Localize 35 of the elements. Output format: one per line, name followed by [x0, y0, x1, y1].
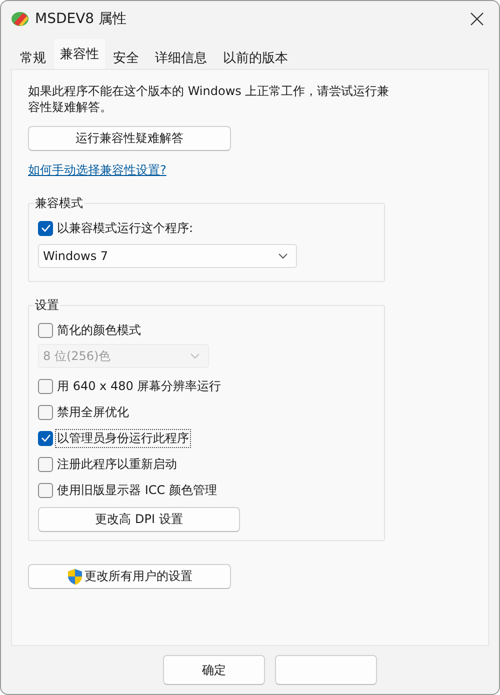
checkbox[interactable] [38, 456, 53, 472]
window-title: MSDEV8 属性 [35, 10, 128, 28]
checkbox-label[interactable]: 禁用全屏优化 [56, 404, 130, 420]
checkbox[interactable] [38, 404, 53, 420]
checkbox-label[interactable]: 使用旧版显示器 ICC 颜色管理 [56, 482, 218, 498]
checkbox-label[interactable]: 以管理员身份运行此程序 [56, 430, 190, 446]
dropdown[interactable]: Windows 7 [38, 244, 297, 268]
checkbox-label[interactable]: 以兼容模式运行这个程序: [56, 220, 194, 236]
dpi-settings-button[interactable]: 更改高 DPI 设置 [38, 507, 240, 532]
tab[interactable]: 以前的版本 [215, 45, 296, 69]
dialog-button[interactable] [275, 655, 377, 685]
close-icon [470, 12, 484, 26]
shield-icon [66, 568, 82, 585]
tab[interactable]: 详细信息 [147, 45, 215, 69]
check-icon [40, 434, 50, 442]
checkbox-label[interactable]: 用 640 x 480 屏幕分辨率运行 [56, 378, 222, 394]
checkbox-label[interactable]: 简化的颜色模式 [56, 322, 142, 338]
all-users-button[interactable]: 更改所有用户的设置 [28, 564, 231, 589]
checkbox[interactable] [38, 482, 53, 498]
app-icon [11, 11, 29, 27]
checkbox[interactable] [38, 430, 53, 446]
checkbox-label[interactable]: 注册此程序以重新启动 [56, 456, 178, 472]
tab[interactable]: 兼容性 [54, 39, 105, 69]
tab[interactable]: 安全 [105, 45, 147, 69]
chevron-icon [190, 353, 200, 359]
help-link[interactable]: 如何手动选择兼容性设置? [28, 162, 166, 179]
check-icon [40, 224, 50, 232]
chevron-icon [278, 253, 288, 259]
troubleshoot-button[interactable]: 运行兼容性疑难解答 [28, 126, 231, 151]
checkbox[interactable] [38, 220, 53, 236]
description-text: 如果此程序不能在这个版本的 Windows 上正常工作，请尝试运行兼容性疑难解答。 [28, 83, 390, 115]
checkbox[interactable] [38, 378, 53, 394]
dialog-button[interactable]: 确定 [163, 655, 265, 685]
tab[interactable]: 常规 [12, 45, 54, 69]
checkbox[interactable] [38, 322, 53, 338]
